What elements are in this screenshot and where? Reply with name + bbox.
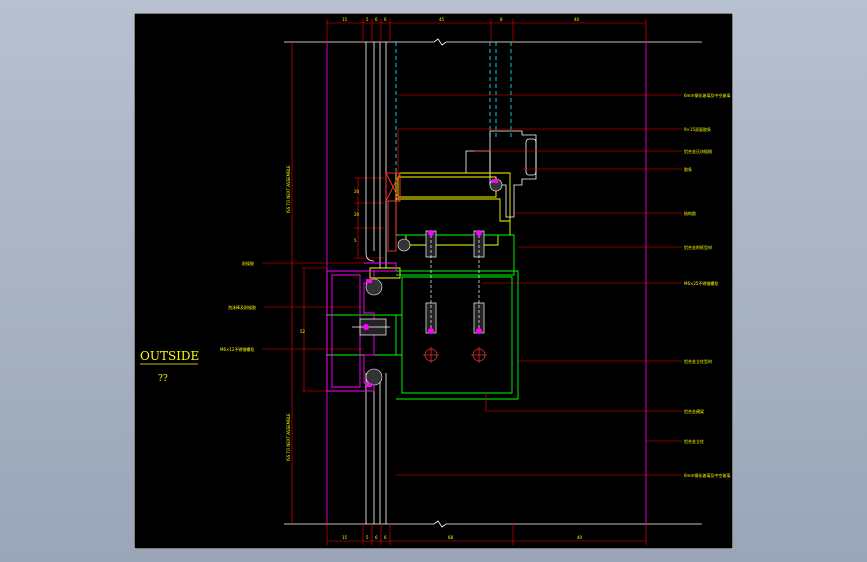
callouts-left: 耐候胶 泡沫棒及耐候胶 M6×12不锈钢螺栓 bbox=[220, 260, 256, 352]
dim-left-2: 20 bbox=[354, 212, 360, 217]
dim-top-5: 45 bbox=[439, 17, 445, 22]
yellow-frame-profile bbox=[369, 172, 511, 279]
cad-viewport: 15 5 6 6 45 8 40 15 5 6 6 68 40 20 20 5 … bbox=[134, 13, 733, 549]
dim-bottom-6: 40 bbox=[577, 535, 583, 540]
dim-top-1: 15 bbox=[342, 17, 348, 22]
callout-r4: 胶条 bbox=[684, 166, 692, 172]
top-dimension-text: 15 5 6 6 45 8 40 bbox=[342, 17, 580, 22]
curtain-wall-detail: 15 5 6 6 45 8 40 15 5 6 6 68 40 20 20 5 … bbox=[134, 13, 733, 549]
bottom-dimension-text: 15 5 6 6 68 40 bbox=[342, 535, 583, 540]
callout-r6: 铝合金附框型材 bbox=[684, 244, 712, 250]
inner-glass-dashed bbox=[395, 42, 512, 173]
left-dimension-text: 20 20 5 52 bbox=[300, 189, 360, 334]
dim-bottom-5: 68 bbox=[448, 535, 454, 540]
dim-top-6: 8 bbox=[500, 17, 503, 22]
callout-l1: 耐候胶 bbox=[242, 260, 254, 266]
callout-leaders-right bbox=[396, 94, 682, 476]
dim-bottom-1: 15 bbox=[342, 535, 348, 540]
dim-left-3: 5 bbox=[354, 238, 357, 243]
dim-bottom-4: 6 bbox=[384, 535, 387, 540]
callout-r5: 结构胶 bbox=[684, 210, 696, 216]
bottom-dimension-chain bbox=[326, 523, 647, 545]
dim-top-7: 40 bbox=[574, 17, 580, 22]
top-dimension-chain bbox=[326, 19, 647, 43]
callout-r1: 6mm钢化玻璃及中空玻璃 bbox=[684, 92, 730, 98]
dim-top-3: 6 bbox=[375, 17, 378, 22]
dim-bottom-2: 5 bbox=[366, 535, 369, 540]
callout-r11: 6mm钢化玻璃及中空玻璃 bbox=[684, 472, 730, 478]
callout-r9: 铝合金横梁 bbox=[684, 408, 704, 414]
side-text-upper: ISS TO NEXT ASSEMBLE bbox=[286, 165, 291, 213]
dim-left-1: 20 bbox=[354, 189, 360, 194]
callout-r8: 铝合金立柱型材 bbox=[684, 358, 712, 364]
callout-r10: 铝合金立柱 bbox=[684, 438, 704, 444]
green-mullion bbox=[326, 234, 519, 400]
inner-unit-profile bbox=[465, 130, 537, 218]
bolts bbox=[352, 230, 487, 363]
callout-r7: M6×25不锈钢螺栓 bbox=[684, 280, 718, 286]
callout-l3: M6×12不锈钢螺栓 bbox=[220, 346, 254, 352]
callouts-right: 6mm钢化玻璃及中空玻璃 9×15双面胶条 铝合金压块插销 胶条 结构胶 铝合金… bbox=[684, 92, 730, 478]
dim-left-4: 52 bbox=[300, 329, 306, 334]
outside-sub: ?? bbox=[158, 374, 168, 384]
side-text-lower: ISS TO NEXT ASSEMBLE bbox=[286, 413, 291, 461]
drawing-border bbox=[134, 13, 733, 549]
outside-label: OUTSIDE bbox=[140, 349, 199, 363]
callout-l2: 泡沫棒及耐候胶 bbox=[228, 304, 256, 310]
callout-r2: 9×15双面胶条 bbox=[684, 126, 711, 132]
dim-top-4: 6 bbox=[384, 17, 387, 22]
callout-r3: 铝合金压块插销 bbox=[684, 148, 712, 154]
dim-bottom-3: 6 bbox=[375, 535, 378, 540]
dim-top-2: 5 bbox=[366, 17, 369, 22]
bolt-heads bbox=[363, 230, 482, 334]
callout-leaders-left bbox=[262, 262, 364, 350]
